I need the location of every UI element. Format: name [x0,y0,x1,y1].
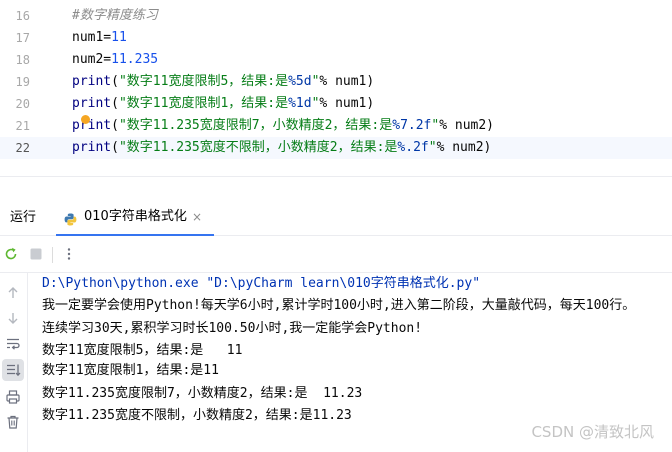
scroll-down-icon[interactable] [5,310,21,326]
code-text: num1=11 [72,27,127,49]
soft-wrap-icon[interactable] [5,336,21,352]
code-token: "数字11.235宽度不限制，小数精度2，结果:是 [118,140,398,155]
editor-line[interactable]: 21 print("数字11.235宽度限制7，小数精度2，结果:是%7.2f"%… [0,115,672,137]
code-token: num2= [72,52,112,67]
code-token: % num1) [319,96,375,111]
code-token: % num1) [319,74,375,89]
code-text: num2=11.235 [72,49,158,71]
editor-line[interactable]: 19 print("数字11宽度限制5，结果:是%5d"% num1) [0,71,672,93]
console-line: 数字11.235宽度限制7，小数精度2，结果:是 11.23 [42,386,363,401]
code-token: %.2f [397,140,429,155]
line-number: 22 [15,141,30,155]
python-icon [64,211,77,226]
line-number: 16 [15,9,30,23]
console-line: 数字11.235宽度不限制，小数精度2，结果:是11.23 [42,408,352,423]
code-text: print("数字11宽度限制1，结果:是%1d"% num1) [72,93,374,115]
code-editor[interactable]: 16 #数字精度练习 17 num1=11 18 num2=11.235 19 print("… [0,0,672,176]
code-text: #数字精度练习 [72,5,158,27]
toolbar-separator [52,247,53,263]
console-line: 数字11宽度限制5，结果:是 11 [42,343,243,358]
console-line: 数字11宽度限制1，结果:是11 [42,363,219,378]
tool-window-divider [0,176,672,177]
code-token: print [72,118,112,133]
tab-run-config[interactable]: 010字符串格式化 × [56,199,214,236]
console-line: 我一定要学会使用Python!每天学6小时,累计学时100小时,进入第二阶段，大… [42,298,636,313]
run-tool-window-header: 运行 010字符串格式化 × [0,199,672,236]
line-number: 18 [15,53,30,67]
code-token: ( [111,96,119,111]
code-token: %1d [288,96,312,111]
code-token: " [428,140,437,155]
code-token: print [72,140,112,155]
code-token: print [72,96,112,111]
code-text: print("数字11.235宽度不限制，小数精度2，结果:是%.2f"% nu… [72,137,491,159]
print-icon[interactable] [5,389,21,405]
editor-line[interactable]: 18 num2=11.235 [0,49,672,71]
editor-line[interactable]: 16 #数字精度练习 [0,5,672,27]
code-token: "数字11宽度限制5，结果:是 [118,74,289,89]
rerun-icon[interactable] [3,246,19,262]
code-token: 11.235 [111,52,159,67]
close-tab-icon[interactable]: × [192,199,202,235]
intention-bulb-icon[interactable] [81,115,90,124]
editor-line[interactable]: 17 num1=11 [0,27,672,49]
clear-icon[interactable] [5,414,21,430]
scroll-to-end-icon[interactable] [2,359,24,381]
more-icon[interactable] [61,246,77,262]
code-text: print("数字11.235宽度限制7，小数精度2，结果:是%7.2f"% n… [72,115,494,137]
console-command-line: D:\Python\python.exe "D:\pyCharm learn\0… [42,276,481,291]
line-number: 19 [15,75,30,89]
code-token: % num2) [439,118,495,133]
run-toolbar [0,236,672,273]
editor-line[interactable]: 22 print("数字11.235宽度不限制，小数精度2，结果:是%.2f"% … [0,137,672,159]
code-token: % num2) [436,140,492,155]
code-token: ( [111,74,119,89]
editor-line[interactable]: 20 print("数字11宽度限制1，结果:是%1d"% num1) [0,93,672,115]
stop-icon[interactable] [28,246,44,262]
code-token: #数字精度练习 [72,8,158,23]
console-line: 连续学习30天,累积学习时长100.50小时,我一定能学会Python! [42,321,423,336]
code-token: %7.2f [392,118,432,133]
code-token: print [72,74,112,89]
code-token: ( [111,118,119,133]
line-number: 20 [15,97,30,111]
code-token: "数字11宽度限制1，结果:是 [118,96,289,111]
tab-run-config-label: 010字符串格式化 [84,209,187,224]
code-token: %5d [288,74,312,89]
code-token: 11 [111,30,127,45]
line-number: 17 [15,31,30,45]
code-text: print("数字11宽度限制5，结果:是%5d"% num1) [72,71,374,93]
console-side-toolbar [0,273,28,452]
code-token: "数字11.235宽度限制7，小数精度2，结果:是 [118,118,393,133]
code-token: num1= [72,30,112,45]
run-tool-window-title: 运行 [10,210,37,225]
scroll-up-icon[interactable] [5,285,21,301]
line-number: 21 [15,119,30,133]
code-token: ( [111,140,119,155]
watermark: CSDN @清致北风 [531,423,654,441]
